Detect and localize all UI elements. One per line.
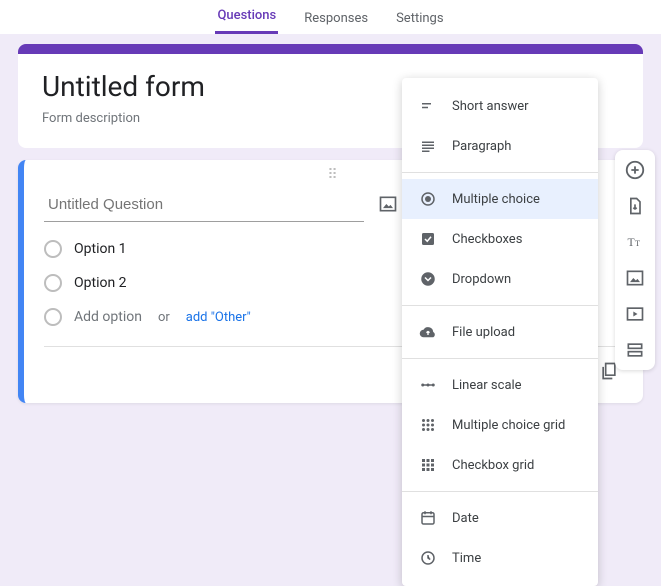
svg-text:T: T <box>635 239 640 248</box>
menu-item-file-upload[interactable]: File upload <box>402 312 598 352</box>
menu-label: Time <box>452 551 481 566</box>
plus-circle-icon <box>624 159 646 181</box>
paragraph-icon <box>418 136 438 156</box>
menu-label: Checkbox grid <box>452 458 534 473</box>
menu-label: File upload <box>452 325 515 340</box>
radio-selected-icon <box>418 189 438 209</box>
menu-item-linear-scale[interactable]: Linear scale <box>402 365 598 405</box>
menu-separator <box>402 358 598 359</box>
menu-item-short-answer[interactable]: Short answer <box>402 86 598 126</box>
menu-separator <box>402 305 598 306</box>
image-icon <box>625 268 645 288</box>
menu-label: Checkboxes <box>452 232 522 247</box>
menu-item-time[interactable]: Time <box>402 538 598 578</box>
menu-item-multiple-choice[interactable]: Multiple choice <box>402 179 598 219</box>
add-section-button[interactable] <box>623 338 647 362</box>
tab-responses[interactable]: Responses <box>302 3 370 34</box>
add-question-button[interactable] <box>623 158 647 182</box>
add-image-button[interactable] <box>376 192 400 216</box>
or-label: or <box>158 310 170 325</box>
dropdown-icon <box>418 269 438 289</box>
menu-label: Short answer <box>452 99 529 114</box>
add-other-button[interactable]: add "Other" <box>186 310 251 325</box>
radio-icon <box>44 274 62 292</box>
text-icon: TT <box>625 232 645 252</box>
svg-text:T: T <box>628 236 635 249</box>
clock-icon <box>418 548 438 568</box>
short-answer-icon <box>418 96 438 116</box>
calendar-icon <box>418 508 438 528</box>
menu-label: Multiple choice grid <box>452 418 565 433</box>
menu-item-checkboxes[interactable]: Checkboxes <box>402 219 598 259</box>
menu-label: Multiple choice <box>452 192 540 207</box>
side-toolbar: TT <box>615 150 655 370</box>
tab-settings[interactable]: Settings <box>394 3 445 34</box>
tab-questions[interactable]: Questions <box>215 0 278 34</box>
menu-item-date[interactable]: Date <box>402 498 598 538</box>
linear-scale-icon <box>418 375 438 395</box>
image-icon <box>378 194 398 214</box>
menu-item-dropdown[interactable]: Dropdown <box>402 259 598 299</box>
menu-label: Paragraph <box>452 139 511 154</box>
import-questions-button[interactable] <box>623 194 647 218</box>
grid-dots-icon <box>418 415 438 435</box>
menu-label: Dropdown <box>452 272 511 287</box>
radio-icon <box>44 240 62 258</box>
menu-item-mc-grid[interactable]: Multiple choice grid <box>402 405 598 445</box>
radio-icon <box>44 308 62 326</box>
tabs: Questions Responses Settings <box>0 0 661 34</box>
menu-item-paragraph[interactable]: Paragraph <box>402 126 598 166</box>
menu-separator <box>402 491 598 492</box>
option-label: Option 1 <box>74 241 127 257</box>
add-option-button[interactable]: Add option <box>74 309 142 325</box>
import-icon <box>625 196 645 216</box>
menu-item-cb-grid[interactable]: Checkbox grid <box>402 445 598 485</box>
question-type-menu: Short answer Paragraph Multiple choice C… <box>402 78 598 586</box>
menu-label: Date <box>452 511 479 526</box>
question-title-input[interactable] <box>44 186 364 222</box>
section-icon <box>625 340 645 360</box>
grid-squares-icon <box>418 455 438 475</box>
add-video-button[interactable] <box>623 302 647 326</box>
video-icon <box>625 304 645 324</box>
cloud-upload-icon <box>418 322 438 342</box>
option-label: Option 2 <box>74 275 127 291</box>
menu-label: Linear scale <box>452 378 522 393</box>
add-title-button[interactable]: TT <box>623 230 647 254</box>
menu-separator <box>402 172 598 173</box>
add-image-button[interactable] <box>623 266 647 290</box>
checkbox-icon <box>418 229 438 249</box>
